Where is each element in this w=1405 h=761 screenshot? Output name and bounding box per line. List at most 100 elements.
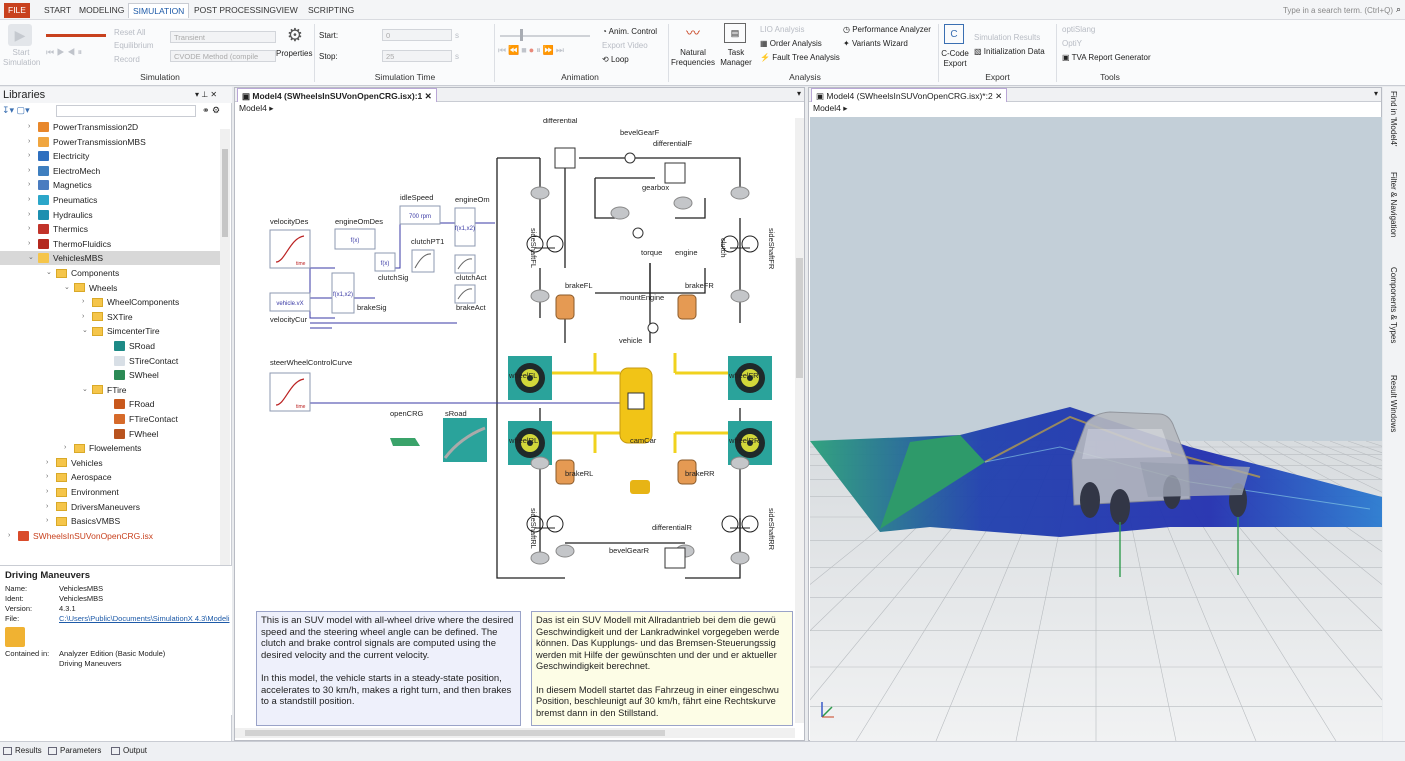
anim-control-button[interactable]: ◔ Anim. Control [602,27,657,37]
menu-modeling[interactable]: MODELING [75,3,128,18]
shaft-disc-0[interactable] [530,186,550,200]
chevron-right-icon[interactable]: › [46,485,56,499]
differential-block-1[interactable] [664,162,686,184]
performance-analyzer-button[interactable]: ◷ Performance Analyzer [843,25,931,35]
gear-node-0[interactable] [624,152,636,164]
side-tab-results[interactable]: Result Windows [1389,375,1398,432]
breadcrumb[interactable]: Model4 ▸ [239,103,274,114]
initialization-data-button[interactable]: ▧ Initialization Data [974,47,1045,57]
tree-item[interactable]: › Hydraulics [0,208,220,222]
tree-item[interactable]: › SXTire [0,310,220,324]
fault-tree-button[interactable]: ⚡ Fault Tree Analysis [760,53,840,63]
view3d-breadcrumb[interactable]: Model4 ▸ [813,103,848,114]
tree-item[interactable]: › Thermics [0,222,220,236]
optislang-button[interactable]: optiSlang [1062,25,1095,35]
chevron-right-icon[interactable]: › [28,135,38,149]
tab-menu-icon[interactable]: ▾ [797,89,801,98]
tree-item[interactable]: › PowerTransmissionMBS [0,135,220,149]
tree-item[interactable]: › Electricity [0,149,220,163]
chevron-right-icon[interactable]: › [28,149,38,163]
shaft-disc-2[interactable] [530,289,550,303]
tab-menu-icon[interactable]: ▾ [1374,89,1378,98]
menu-start[interactable]: START [40,3,75,18]
brake-block-0[interactable] [555,294,575,320]
chevron-right-icon[interactable]: › [28,120,38,134]
tree-item[interactable]: › BasicsVMBS [0,514,220,528]
tree-item[interactable]: STireContact [0,354,220,368]
tree-item[interactable]: › DriversManeuvers [0,500,220,514]
equilibrium-button[interactable]: Equilibrium [114,41,154,51]
natural-frequencies-icon[interactable]: 〰 [682,23,704,43]
model-vscroll[interactable] [795,118,804,723]
model-hscroll[interactable] [235,728,795,738]
chevron-right-icon[interactable]: › [28,193,38,207]
tree-item[interactable]: › Aerospace [0,470,220,484]
tree-item[interactable]: › Flowelements [0,441,220,455]
tree-item[interactable]: › PowerTransmission2D [0,120,220,134]
menu-view[interactable]: VIEW [272,3,302,18]
library-scrollbar[interactable] [220,129,230,599]
binoculars-icon[interactable]: ⚭ ⚙ [202,105,220,116]
properties-button[interactable]: Properties [276,49,312,59]
menu-scripting[interactable]: SCRIPTING [304,3,358,18]
clutch-act-block[interactable] [454,254,476,274]
step-controls-icon[interactable]: ⏮ ▶ ◀ ⏸ [46,47,82,58]
library-filter-input[interactable] [56,105,196,117]
c-code-icon[interactable]: C [944,24,964,44]
chevron-down-icon[interactable]: ⌄ [64,281,74,295]
chevron-down-icon[interactable]: ⌄ [82,324,92,338]
optiy-button[interactable]: OptiY [1062,39,1082,49]
search-input[interactable]: Type in a search term. (Ctrl+Q) [1243,4,1393,17]
opencrg-block[interactable] [390,438,420,446]
natural-frequencies-button[interactable]: Natural Frequencies [670,48,716,68]
tree-item[interactable]: › SWheelsInSUVonOpenCRG.isx [0,529,220,543]
playback-controls-icon[interactable]: ⏮⏪■●⏸⏩⏭ [498,45,566,56]
tree-item[interactable]: › WheelComponents [0,295,220,309]
tree-item[interactable]: FTireContact [0,412,220,426]
chevron-right-icon[interactable]: › [82,310,92,324]
tree-item[interactable]: ⌄ Components [0,266,220,280]
shaft-disc-3[interactable] [730,289,750,303]
shaft-disc-11[interactable] [673,196,693,210]
method-select[interactable]: CVODE Method (compile [170,50,276,62]
gear-icon[interactable]: ⚙ [283,24,307,46]
export-video-button[interactable]: Export Video [602,41,648,51]
tab-parameters[interactable]: Parameters [48,745,101,757]
stop-time-input[interactable]: 25 [382,50,452,62]
loop-button[interactable]: ⟲ Loop [602,55,629,65]
start-simulation-button[interactable]: Start Simulation [3,48,40,68]
start-time-input[interactable]: 0 [382,29,452,41]
tree-item[interactable]: ⌄ VehiclesMBS [0,251,220,266]
tree-item[interactable]: › Magnetics [0,178,220,192]
tree-item[interactable]: ⌄ Wheels [0,281,220,295]
task-manager-icon[interactable]: ▤ [724,23,746,43]
menu-post-processing[interactable]: POST PROCESSING [190,3,280,18]
task-manager-button[interactable]: Task Manager [718,48,754,68]
model-diagram[interactable]: time f(x) 700 rpm f(x1,x2) f(x) f(x1,x2) vehic… [235,118,795,623]
shaft-disc-7[interactable] [730,551,750,565]
animation-slider-handle[interactable] [520,29,523,41]
clutch-pt1-block[interactable] [411,249,435,273]
shaft-disc-4[interactable] [530,456,550,470]
shaft-disc-1[interactable] [730,186,750,200]
chevron-right-icon[interactable]: › [46,500,56,514]
tab-results[interactable]: Results [3,745,42,757]
c-code-export-button[interactable]: C-Code Export [940,49,970,69]
record-button[interactable]: Record [114,55,140,65]
brake-act-block[interactable] [454,284,476,304]
chevron-right-icon[interactable]: › [28,237,38,251]
shaft-disc-8[interactable] [555,544,575,558]
camera-block[interactable] [630,480,650,494]
tree-item[interactable]: › ElectroMech [0,164,220,178]
shaft-disc-10[interactable] [610,206,630,220]
gear-node-1[interactable] [647,322,659,334]
tree-item[interactable]: › Environment [0,485,220,499]
shaft-disc-5[interactable] [730,456,750,470]
reset-all-button[interactable]: Reset All [114,28,146,38]
chevron-right-icon[interactable]: › [82,295,92,309]
scene-3d[interactable] [810,117,1382,741]
close-icon[interactable]: ✕ [425,91,432,101]
variants-wizard-button[interactable]: ✦ Variants Wizard [843,39,908,49]
start-time-unit[interactable]: s [455,31,459,41]
chevron-down-icon[interactable]: ⌄ [82,383,92,397]
